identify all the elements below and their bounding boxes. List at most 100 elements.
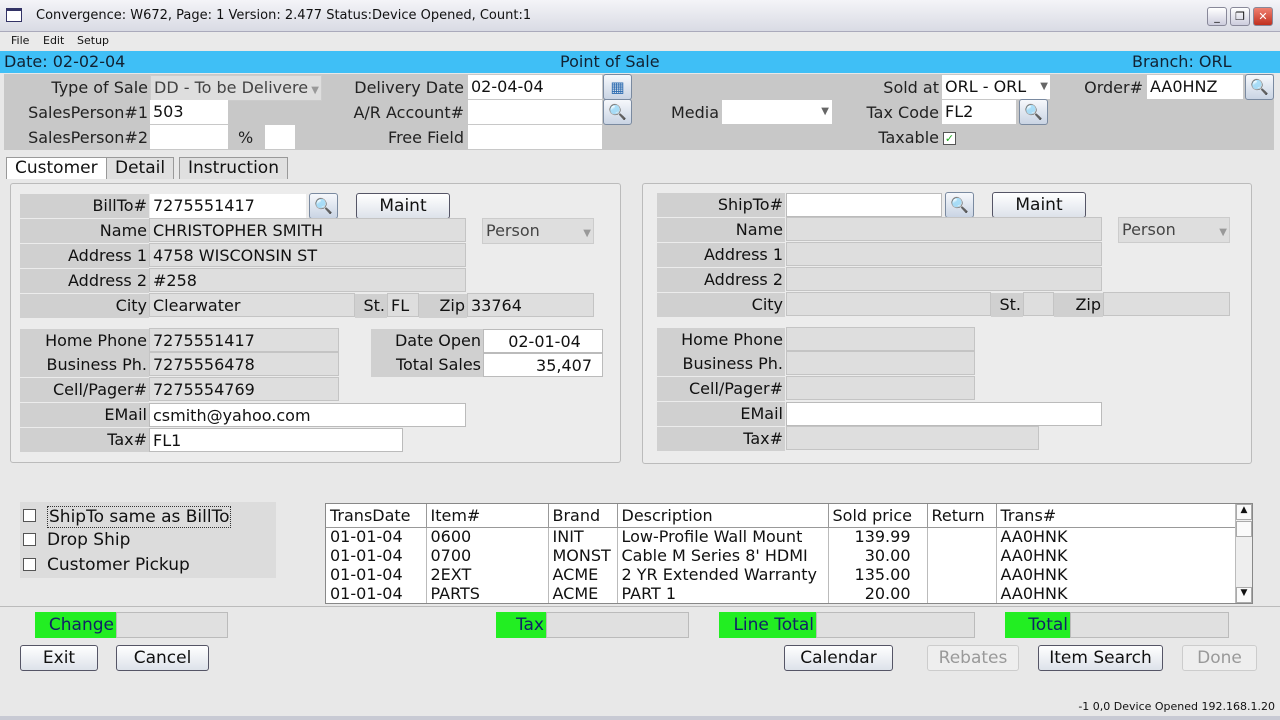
state-field[interactable]: FL [387, 293, 419, 317]
customer-pickup-label[interactable]: Customer Pickup [47, 555, 190, 575]
shipto-state-field[interactable] [1023, 292, 1054, 316]
calendar-button[interactable]: Calendar [784, 645, 893, 671]
shipto-zip-field[interactable] [1103, 292, 1230, 316]
tax-label: Tax [496, 612, 546, 638]
window-title: Convergence: W672, Page: 1 Version: 2.47… [36, 8, 532, 23]
exit-button[interactable]: Exit [20, 645, 98, 671]
customer-pickup-checkbox[interactable] [23, 558, 36, 571]
table-row[interactable]: 01-01-04 2EXT ACME 2 YR Extended Warranty 13… [326, 565, 1237, 584]
shipto-business-field[interactable] [786, 351, 975, 375]
shipto-same-checkbox[interactable] [23, 509, 36, 522]
table-row[interactable]: 01-01-04 PARTS ACME PART 1 20.00 AA0HNK [326, 584, 1237, 603]
minimize-button[interactable]: _ [1207, 7, 1227, 26]
calendar-icon[interactable]: ▦ [603, 74, 632, 100]
table-cell: 30.00 [828, 546, 928, 565]
free-field-input[interactable] [468, 125, 602, 149]
zip-field[interactable]: 33764 [467, 293, 594, 317]
menu-file[interactable]: File [11, 34, 29, 47]
menu-edit[interactable]: Edit [43, 34, 64, 47]
home-phone-label: Home Phone [20, 329, 149, 353]
delivery-date-input[interactable]: 02-04-04 [468, 75, 602, 99]
billto-maint-button[interactable]: Maint [356, 193, 450, 219]
column-header[interactable]: Description [617, 504, 829, 528]
page-title: Point of Sale [560, 52, 660, 71]
percent-input[interactable] [265, 125, 295, 149]
tab-instruction[interactable]: Instruction [179, 157, 288, 179]
item-search-button[interactable]: Item Search [1038, 645, 1163, 671]
column-header[interactable]: Brand [548, 504, 618, 528]
search-icon[interactable]: 🔍 [1245, 74, 1274, 100]
salesperson1-input[interactable]: 503 [150, 100, 228, 124]
chevron-down-icon: ▼ [1040, 81, 1048, 92]
billto-type-select[interactable]: Person ▼ [482, 218, 594, 244]
email-input[interactable]: csmith@yahoo.com [149, 403, 466, 427]
shipto-same-label[interactable]: ShipTo same as BillTo [47, 506, 232, 528]
search-icon[interactable]: 🔍 [1019, 99, 1048, 125]
sold-at-select[interactable]: ORL - ORL ▼ [942, 75, 1050, 99]
line-total-field [816, 612, 975, 638]
tab-detail[interactable]: Detail [106, 157, 175, 179]
date-open-field[interactable]: 02-01-04 [483, 329, 603, 353]
cell-phone-field[interactable]: 7275554769 [149, 377, 339, 401]
date-label: Date: 02-02-04 [4, 52, 126, 71]
address1-field[interactable]: 4758 WISCONSIN ST [149, 243, 466, 267]
taxable-checkbox[interactable]: ✓ [943, 132, 956, 145]
media-select[interactable]: ▼ [722, 100, 832, 124]
table-scrollbar[interactable]: ▲ ▼ [1235, 504, 1252, 603]
name-field[interactable]: CHRISTOPHER SMITH [149, 218, 466, 242]
column-header[interactable]: Sold price [828, 504, 928, 528]
table-cell: 20.00 [828, 584, 928, 603]
shipto-cell-label: Cell/Pager# [657, 377, 785, 401]
search-icon[interactable]: 🔍 [945, 192, 974, 218]
rebates-button[interactable]: Rebates [927, 645, 1019, 671]
column-header[interactable]: Item# [426, 504, 549, 528]
total-sales-field[interactable]: 35,407 [483, 353, 603, 377]
shipto-address1-field[interactable] [786, 242, 1102, 266]
shipto-address2-field[interactable] [786, 267, 1102, 291]
address2-label: Address 2 [20, 269, 149, 293]
window-frame [0, 716, 1280, 720]
salesperson2-input[interactable] [150, 125, 228, 149]
table-row[interactable]: 01-01-04 0700 MONST Cable M Series 8' HDMI 3… [326, 546, 1237, 565]
type-of-sale-label: Type of Sale [51, 78, 148, 97]
address2-field[interactable]: #258 [149, 268, 466, 292]
cancel-button[interactable]: Cancel [116, 645, 209, 671]
menu-setup[interactable]: Setup [77, 34, 109, 47]
order-input[interactable]: AA0HNZ [1147, 75, 1243, 99]
search-icon[interactable]: 🔍 [309, 193, 338, 219]
date-open-label: Date Open [371, 329, 483, 353]
chevron-down-icon: ▼ [1219, 227, 1227, 238]
close-button[interactable]: ✕ [1253, 7, 1273, 26]
search-icon[interactable]: 🔍 [603, 99, 632, 125]
type-of-sale-select[interactable]: DD - To be Delivere ▼ [150, 75, 322, 101]
tab-customer[interactable]: Customer [6, 157, 107, 179]
shipto-city-field[interactable] [786, 292, 991, 316]
city-field[interactable]: Clearwater [149, 293, 355, 317]
shipto-cell-field[interactable] [786, 376, 975, 400]
shipto-name-field[interactable] [786, 217, 1102, 241]
drop-ship-label[interactable]: Drop Ship [47, 530, 130, 550]
shipto-address2-label: Address 2 [657, 268, 785, 292]
done-button[interactable]: Done [1182, 645, 1257, 671]
table-cell: AA0HNK [996, 546, 1237, 565]
ar-account-input[interactable] [468, 100, 602, 124]
shipto-input[interactable] [786, 193, 942, 217]
tax-number-input[interactable]: FL1 [149, 428, 403, 452]
table-row[interactable]: 01-01-04 0600 INIT Low-Profile Wall Mount 13… [326, 527, 1237, 546]
restore-button[interactable]: ❐ [1230, 7, 1250, 26]
shipto-maint-button[interactable]: Maint [992, 192, 1086, 218]
scroll-thumb [1236, 521, 1252, 537]
column-header[interactable]: Trans# [996, 504, 1237, 528]
billto-input[interactable]: 7275551417 [150, 194, 306, 218]
shipto-email-input[interactable] [786, 402, 1102, 426]
business-phone-field[interactable]: 7275556478 [149, 352, 339, 376]
home-phone-field[interactable]: 7275551417 [149, 328, 339, 352]
drop-ship-checkbox[interactable] [23, 533, 36, 546]
shipto-type-select[interactable]: Person ▼ [1118, 217, 1230, 243]
branch-label: Branch: ORL [1132, 52, 1232, 71]
shipto-tax-field[interactable] [786, 426, 1039, 450]
column-header[interactable]: Return [927, 504, 997, 528]
shipto-home-field[interactable] [786, 327, 975, 351]
column-header[interactable]: TransDate [326, 504, 427, 528]
tax-code-input[interactable]: FL2 [942, 100, 1016, 124]
